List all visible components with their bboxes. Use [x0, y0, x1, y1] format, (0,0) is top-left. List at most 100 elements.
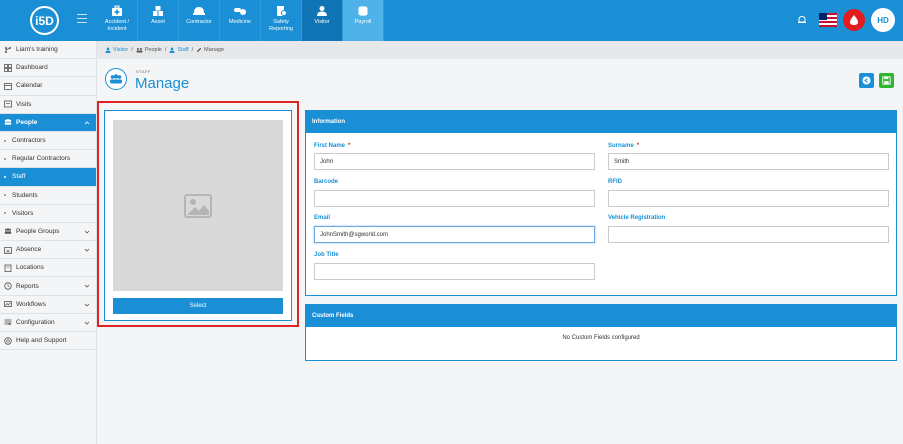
- sidebar-item-contractors[interactable]: Contractors: [0, 132, 96, 151]
- absence-icon: [4, 246, 12, 254]
- sidebar-item-help-and-support[interactable]: Help and Support: [0, 332, 96, 351]
- sidebar-item-absence[interactable]: Absence: [0, 241, 96, 260]
- sidebar-item-label: Calendar: [16, 82, 43, 90]
- chevron-down-icon: [84, 230, 90, 234]
- breadcrumb-visitor[interactable]: Visitor: [105, 47, 128, 53]
- save-button[interactable]: [879, 73, 894, 88]
- sidebar-item-regular-contractors[interactable]: Regular Contractors: [0, 150, 96, 169]
- barcode-label: Barcode: [314, 179, 339, 185]
- first-name-label: First Name *: [314, 143, 350, 149]
- module-medicine[interactable]: Medicine: [220, 0, 261, 41]
- page-title: Manage: [135, 75, 190, 92]
- bullet-icon: [4, 212, 6, 215]
- sidebar-item-label: Visitors: [12, 209, 34, 217]
- required-marker: *: [348, 143, 351, 149]
- module-contractor[interactable]: Contractor: [179, 0, 220, 41]
- email-label: Email: [314, 215, 331, 221]
- sidebar-item-reports[interactable]: Reports: [0, 277, 96, 296]
- photo-placeholder[interactable]: [113, 120, 283, 291]
- help-icon: [4, 336, 12, 345]
- job-title-field[interactable]: [314, 263, 595, 280]
- sidebar-item-label: Dashboard: [16, 64, 48, 72]
- chevron-down-icon: [84, 321, 90, 325]
- reports-icon: [4, 282, 12, 290]
- first-name-field[interactable]: John: [314, 153, 595, 170]
- select-photo-button[interactable]: Select: [113, 298, 283, 314]
- module-accident-incident[interactable]: Accident / Incident: [97, 0, 138, 41]
- pencil-icon: [197, 47, 202, 52]
- save-icon: [882, 76, 891, 85]
- sidebar-item-visitors[interactable]: Visitors: [0, 205, 96, 223]
- breadcrumb-staff[interactable]: Staff: [169, 47, 189, 53]
- pills-icon: [233, 5, 247, 17]
- sidebar-item-workflows[interactable]: Workflows: [0, 296, 96, 314]
- first-name-label-text: First Name: [314, 143, 346, 149]
- barcode-field[interactable]: [314, 190, 595, 207]
- sidebar: Liam's training Dashboard Calendar Visit…: [0, 41, 97, 444]
- bell-icon[interactable]: [791, 9, 813, 31]
- person-icon: [315, 5, 329, 17]
- required-marker: *: [636, 143, 640, 149]
- surname-label: Surname *: [608, 143, 639, 149]
- safety-report-icon: [274, 5, 288, 17]
- sidebar-item-visits[interactable]: Visits: [0, 96, 96, 114]
- sidebar-item-locations[interactable]: Locations: [0, 259, 96, 278]
- bullet-icon: [4, 139, 6, 142]
- people-icon: [4, 118, 12, 126]
- sidebar-item-label: Workflows: [16, 300, 46, 308]
- photo-panel: Select: [104, 110, 292, 321]
- dashboard-icon: [4, 63, 12, 72]
- rfid-field[interactable]: [608, 190, 889, 207]
- top-right-icons: HD: [791, 8, 895, 32]
- vehicle-registration-field[interactable]: [608, 226, 889, 243]
- rfid-label: RFID: [608, 179, 622, 185]
- sidebar-item-configuration[interactable]: Configuration: [0, 314, 96, 332]
- module-label: Accident / Incident: [104, 19, 130, 32]
- information-panel: Information First Name * John Surname * Sm…: [305, 110, 897, 296]
- menu-icon[interactable]: [77, 14, 87, 24]
- breadcrumb-people[interactable]: People: [136, 47, 162, 53]
- us-flag-icon[interactable]: [819, 13, 837, 27]
- image-placeholder-icon: [184, 193, 212, 218]
- person-icon: [105, 47, 111, 53]
- logo-area: i5D: [0, 0, 97, 41]
- people-icon: [105, 68, 127, 90]
- sidebar-item-label: Visits: [16, 100, 32, 108]
- asset-boxes-icon: [151, 5, 165, 17]
- email-field[interactable]: JohnSmith@sgworld.com: [314, 226, 595, 243]
- sidebar-item-students[interactable]: Students: [0, 187, 96, 205]
- configuration-icon: [4, 318, 12, 326]
- app-logo[interactable]: i5D: [30, 6, 59, 35]
- module-label: Payroll: [354, 19, 372, 25]
- sidebar-item-label: Staff: [12, 173, 26, 181]
- chevron-down-icon: [84, 248, 90, 252]
- sidebar-item-label: Regular Contractors: [12, 155, 71, 163]
- breadcrumb: Visitor / People / Staff / Manage: [97, 41, 903, 59]
- breadcrumb-separator: /: [191, 47, 194, 53]
- surname-field[interactable]: Smith: [608, 153, 889, 170]
- module-visitor[interactable]: Visitor: [302, 0, 343, 41]
- module-asset[interactable]: Asset: [138, 0, 179, 41]
- module-safety-reporting[interactable]: Safety Reporting: [261, 0, 302, 41]
- page-supertitle: STAFF: [136, 69, 151, 74]
- person-icon: [169, 47, 175, 53]
- sidebar-item-dashboard[interactable]: Dashboard: [0, 59, 96, 78]
- blood-drop-icon[interactable]: [843, 9, 865, 31]
- module-payroll[interactable]: Payroll: [343, 0, 384, 41]
- sidebar-item-calendar[interactable]: Calendar: [0, 77, 96, 96]
- sidebar-item-label: Locations: [16, 264, 44, 272]
- bullet-icon: [4, 194, 6, 197]
- sidebar-item-staff[interactable]: Staff: [0, 168, 96, 187]
- custom-fields-empty-message: No Custom Fields configured: [562, 335, 640, 341]
- sidebar-item-liams-training[interactable]: Liam's training: [0, 41, 96, 60]
- module-label: Visitor: [314, 19, 330, 25]
- sidebar-item-people[interactable]: People: [0, 113, 96, 132]
- workflows-icon: [4, 300, 12, 308]
- branch-icon: [4, 46, 12, 54]
- sidebar-item-label: Liam's training: [16, 46, 58, 54]
- user-avatar[interactable]: HD: [871, 8, 895, 32]
- sidebar-item-people-groups[interactable]: People Groups: [0, 223, 96, 242]
- vehicle-registration-label: Vehicle Registration: [608, 215, 666, 221]
- back-button[interactable]: [859, 73, 874, 88]
- bullet-icon: [4, 157, 6, 160]
